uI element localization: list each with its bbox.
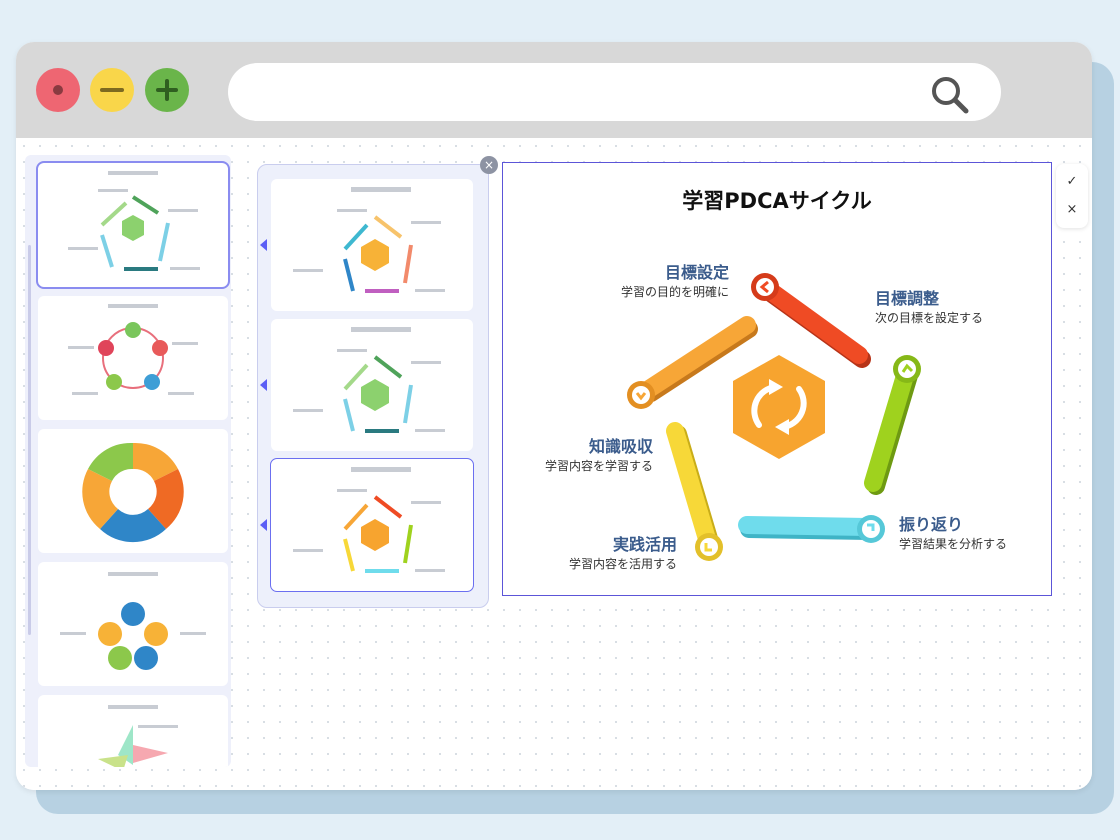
slide-thumbnail-sidebar	[25, 155, 231, 767]
maximize-window-button[interactable]	[145, 68, 189, 112]
step-desc-3: 学習結果を分析する	[899, 537, 1008, 551]
slide-actions: ✓ ×	[1056, 164, 1088, 228]
step-bar-1	[756, 278, 868, 364]
sidebar-scrollbar[interactable]	[28, 245, 31, 635]
step-title-2: 目標調整	[875, 289, 940, 308]
center-hexagon	[733, 355, 825, 459]
minus-icon	[100, 88, 124, 92]
slide-thumbnail-4[interactable]	[38, 562, 228, 686]
collapse-arrow-icon[interactable]	[260, 519, 267, 531]
slide-thumbnail-1[interactable]	[36, 161, 230, 289]
thumbnail-preview	[60, 572, 206, 670]
template-variant-1[interactable]	[260, 179, 473, 311]
step-desc-1: 学習の目的を明確に	[620, 285, 729, 299]
collapse-arrow-icon[interactable]	[260, 239, 267, 251]
step-title-3: 振り返り	[899, 515, 964, 534]
plus-icon	[156, 79, 178, 101]
app-window: × 学習PDCAサイクル 目標設定 学習の目的を明確に 目標調整 次の目標を設定…	[16, 42, 1092, 790]
thumbnail-preview	[68, 304, 198, 395]
confirm-button[interactable]: ✓	[1056, 168, 1088, 196]
step-bar-3	[738, 516, 876, 536]
step-title-5: 知識吸収	[588, 437, 653, 456]
step-desc-2: 次の目標を設定する	[875, 311, 984, 325]
thumbnail-preview	[82, 442, 184, 543]
collapse-arrow-icon[interactable]	[260, 379, 267, 391]
search-bar[interactable]	[228, 63, 1001, 121]
step-title-4: 実践活用	[612, 535, 677, 554]
thumbnail-preview	[293, 187, 445, 293]
close-panel-button[interactable]: ×	[480, 156, 498, 174]
title-bar	[16, 42, 1092, 138]
thumbnail-preview	[68, 171, 200, 271]
editor-area: × 学習PDCAサイクル 目標設定 学習の目的を明確に 目標調整 次の目標を設定…	[16, 138, 1092, 790]
search-icon[interactable]	[929, 74, 971, 116]
discard-button[interactable]: ×	[1056, 196, 1088, 224]
template-variant-2[interactable]	[260, 319, 473, 451]
minimize-window-button[interactable]	[90, 68, 134, 112]
dot-icon	[53, 85, 63, 95]
thumbnail-preview	[293, 467, 445, 573]
step-title-1: 目標設定	[664, 263, 729, 282]
search-input[interactable]	[252, 77, 916, 109]
thumbnail-preview	[293, 327, 445, 433]
step-desc-4: 学習内容を活用する	[568, 557, 677, 571]
slide-thumbnail-3[interactable]	[38, 429, 228, 553]
template-variant-3[interactable]	[260, 458, 474, 592]
slide-thumbnail-2[interactable]	[38, 296, 228, 420]
step-bar-5	[640, 316, 756, 398]
step-desc-5: 学習内容を学習する	[544, 459, 653, 473]
close-window-button[interactable]	[36, 68, 80, 112]
template-variant-panel	[257, 164, 489, 608]
slide-canvas[interactable]: 学習PDCAサイクル 目標設定 学習の目的を明確に 目標調整 次の目標を設定する…	[502, 162, 1052, 596]
slide-thumbnail-5[interactable]	[38, 695, 228, 767]
thumbnail-preview	[98, 705, 178, 767]
